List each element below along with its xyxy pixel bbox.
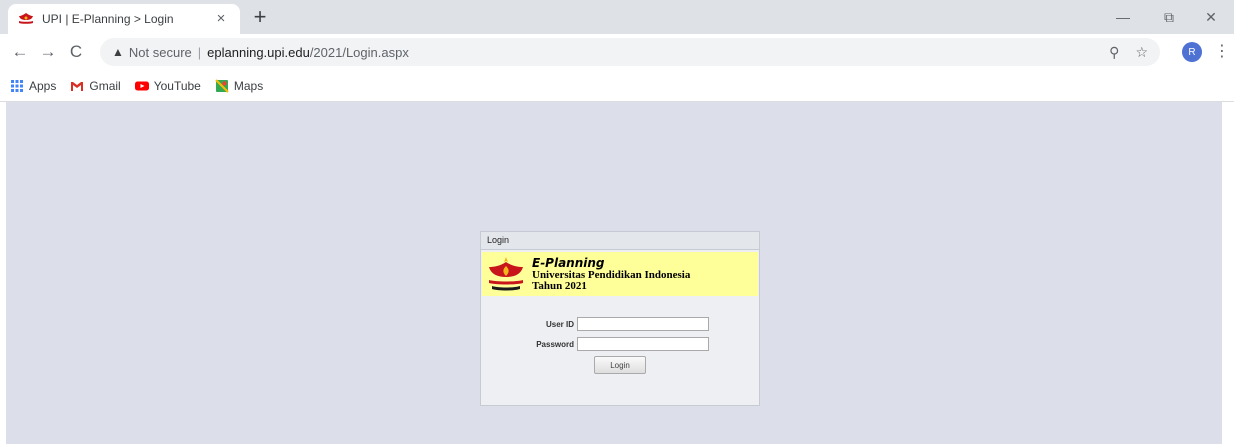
university-name: Universitas Pendidikan Indonesia — [532, 268, 691, 281]
app-brand: E-Planning — [532, 255, 605, 270]
back-button[interactable]: ← — [6, 38, 34, 66]
tab-close-icon[interactable]: × — [212, 10, 230, 28]
login-banner: E-Planning Universitas Pendidikan Indone… — [482, 252, 758, 296]
upi-favicon-icon — [18, 11, 34, 27]
login-panel: Login E-Planning Universitas Pendidikan … — [480, 231, 760, 406]
url-host: eplanning.upi.edu — [207, 44, 310, 60]
upi-logo-icon — [486, 254, 526, 294]
user-id-input[interactable] — [577, 317, 709, 331]
reload-button[interactable]: C — [62, 38, 90, 66]
profile-avatar[interactable]: R — [1182, 42, 1202, 62]
bookmark-label: Apps — [29, 78, 57, 93]
planning-year: Tahun 2021 — [532, 279, 587, 292]
browser-menu-icon[interactable]: ⋮ — [1214, 42, 1230, 62]
password-row: Password — [481, 336, 757, 352]
gmail-icon — [70, 79, 84, 93]
address-bar[interactable]: ▲ Not secure | eplanning.upi.edu /2021/L… — [100, 38, 1160, 66]
user-id-label: User ID — [545, 319, 574, 329]
login-panel-header: Login — [481, 232, 759, 250]
bookmark-label: YouTube — [153, 78, 201, 93]
security-status[interactable]: Not secure — [129, 45, 192, 60]
bookmark-apps[interactable]: Apps — [10, 79, 56, 93]
maps-icon — [215, 78, 229, 93]
browser-tab[interactable]: UPI | E-Planning > Login × — [8, 4, 240, 34]
minimize-button[interactable]: — — [1100, 0, 1146, 34]
login-button[interactable]: Login — [594, 356, 646, 374]
bookmarks-bar: Apps Gmail YouTube Maps — [0, 70, 1234, 102]
url-separator: | — [197, 44, 202, 60]
forward-button[interactable]: → — [34, 38, 62, 66]
bookmark-star-icon[interactable]: ☆ — [1135, 44, 1148, 61]
window-close-button[interactable]: ✕ — [1188, 0, 1234, 34]
bookmark-label: Maps — [233, 78, 264, 93]
warning-triangle-icon: ▲ — [112, 45, 124, 59]
zoom-icon[interactable]: ⚲ — [1109, 44, 1119, 61]
bookmark-gmail[interactable]: Gmail — [70, 78, 121, 93]
new-tab-button[interactable]: + — [248, 6, 272, 30]
url-path: /2021/Login.aspx — [309, 44, 409, 60]
password-input[interactable] — [577, 337, 709, 351]
apps-grid-icon — [10, 79, 24, 93]
password-label: Password — [536, 339, 574, 349]
bookmark-maps[interactable]: Maps — [215, 79, 263, 93]
youtube-icon — [134, 79, 149, 93]
user-id-row: User ID — [481, 316, 757, 332]
tab-title: UPI | E-Planning > Login — [42, 12, 174, 26]
bookmark-youtube[interactable]: YouTube — [134, 78, 201, 93]
page-viewport: Login E-Planning Universitas Pendidikan … — [0, 102, 1234, 444]
browser-toolbar: ← → C ▲ Not secure | eplanning.upi.edu /… — [0, 34, 1234, 70]
tab-strip: UPI | E-Planning > Login × + — ⧉ ✕ — [0, 0, 1234, 34]
maximize-button[interactable]: ⧉ — [1146, 0, 1192, 34]
bookmark-label: Gmail — [89, 78, 121, 93]
